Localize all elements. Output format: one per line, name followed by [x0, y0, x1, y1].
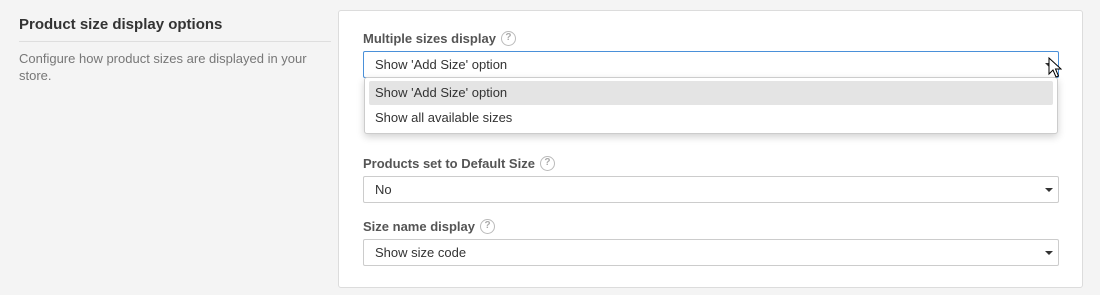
size-name-label: Size name display — [363, 218, 475, 234]
size-name-value: Show size code — [375, 245, 467, 260]
dropdown-option-all-sizes[interactable]: Show all available sizes — [369, 106, 1053, 130]
default-size-value: No — [375, 182, 392, 197]
field-label: Multiple sizes display ? — [363, 29, 1059, 47]
settings-card: Multiple sizes display ? Show 'Add Size'… — [338, 10, 1083, 288]
caret-down-icon — [1045, 251, 1053, 255]
help-icon[interactable]: ? — [480, 218, 495, 234]
size-name-select[interactable]: Show size code — [363, 239, 1059, 266]
multiple-sizes-select[interactable]: Show 'Add Size' option — [363, 51, 1059, 78]
size-name-field: Size name display ? Show size code — [363, 217, 1059, 266]
multiple-sizes-value: Show 'Add Size' option — [375, 57, 508, 72]
settings-page: Product size display options Configure h… — [0, 0, 1100, 295]
multiple-sizes-dropdown-list: Show 'Add Size' option Show all availabl… — [364, 77, 1058, 134]
mouse-pointer-icon — [1048, 57, 1062, 78]
field-label: Products set to Default Size ? — [363, 154, 1059, 172]
multiple-sizes-label: Multiple sizes display — [363, 30, 496, 46]
section-description: Product size display options Configure h… — [19, 16, 331, 84]
default-size-select[interactable]: No — [363, 176, 1059, 203]
help-icon[interactable]: ? — [500, 30, 516, 46]
section-description-text: Configure how product sizes are displaye… — [19, 51, 307, 83]
default-size-label: Products set to Default Size — [363, 155, 535, 171]
multiple-sizes-field: Multiple sizes display ? Show 'Add Size'… — [363, 29, 1059, 78]
caret-down-icon — [1045, 188, 1053, 192]
dropdown-option-add-size[interactable]: Show 'Add Size' option — [369, 81, 1053, 105]
help-icon[interactable]: ? — [539, 155, 555, 171]
default-size-field: Products set to Default Size ? No — [363, 154, 1059, 203]
field-label: Size name display ? — [363, 217, 1059, 235]
section-title: Product size display options — [19, 16, 331, 42]
